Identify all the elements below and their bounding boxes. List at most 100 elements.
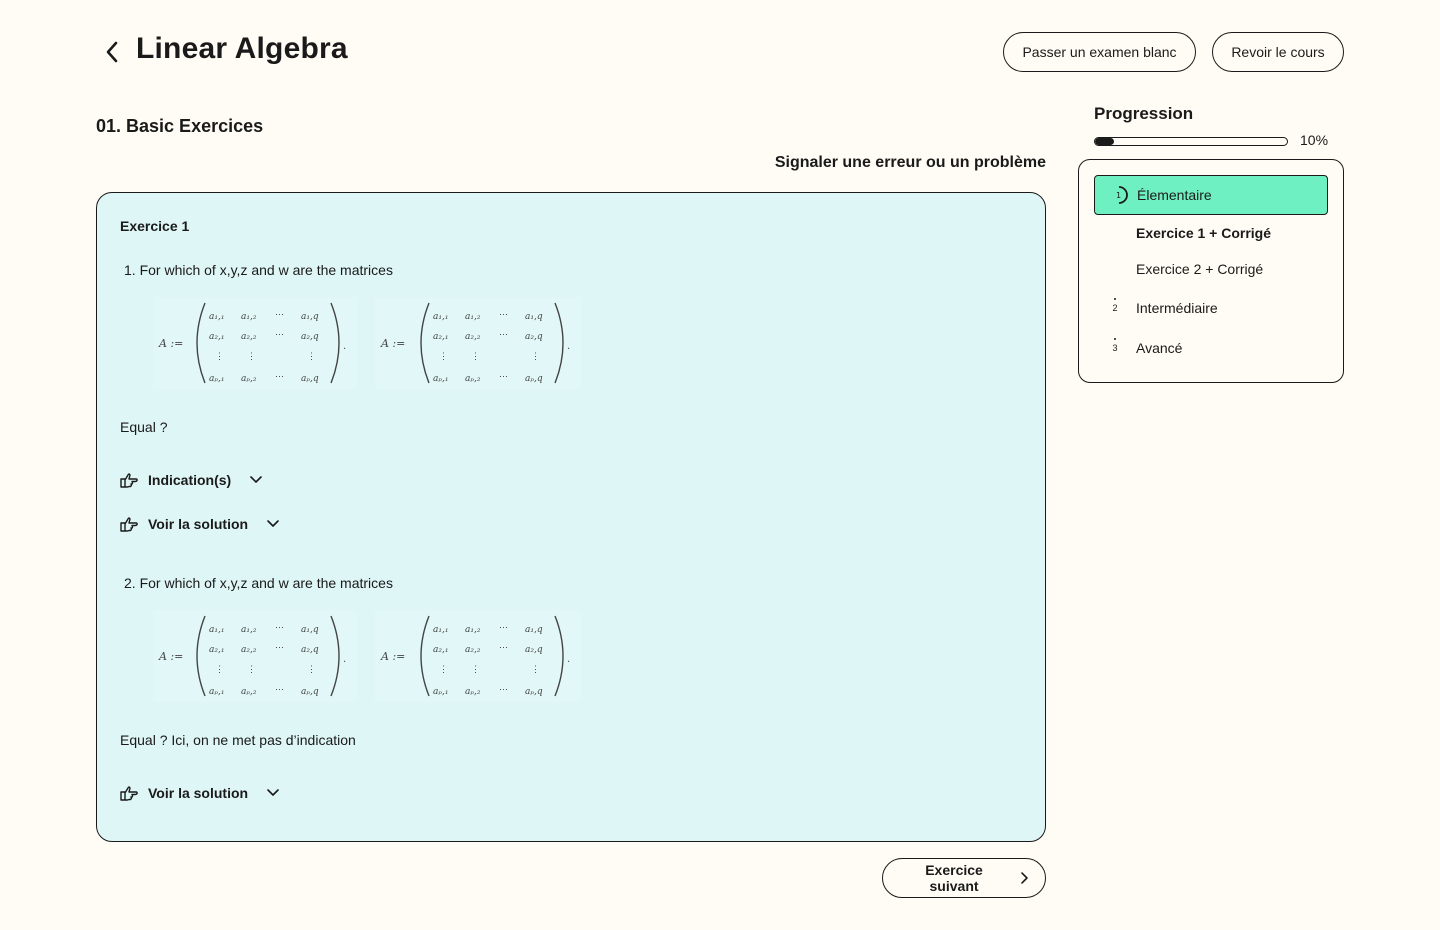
matrix-entry: ⋮ — [247, 665, 256, 675]
level-name: Élementaire — [1137, 187, 1212, 203]
indications-toggle[interactable]: Indication(s) — [120, 472, 263, 488]
matrix-entry: ⋮ — [247, 352, 256, 362]
section-title: 01. Basic Exercices — [96, 116, 264, 136]
review-course-button[interactable]: Revoir le cours — [1212, 32, 1344, 72]
next-exercise-button[interactable]: Exercice suivant — [882, 858, 1046, 898]
level-number: 1 — [1116, 191, 1121, 200]
matrix-entry: aₚ,₂ — [465, 687, 481, 697]
level-list: 1 Élementaire Exercice 1 + Corrigé Exerc… — [1078, 159, 1344, 383]
matrix-entry: a₂,₁ — [433, 332, 448, 342]
matrix-entry: aₚ,₂ — [465, 374, 481, 384]
report-error-link[interactable]: Signaler une erreur ou un problème — [775, 154, 1046, 172]
matrix-entry: ⋮ — [215, 352, 224, 362]
matrix-image: A := a₁,₁ a₁,₂ ⋯ a₁,q a₂,₁ a₂,₂ ⋯ a₂,q ⋮… — [153, 610, 357, 702]
matrix-entry: aₚ,q — [525, 374, 543, 384]
progress-percent: 10% — [1300, 132, 1329, 148]
matrix-entry: a₁,₂ — [241, 625, 257, 635]
chevron-right-icon — [1021, 872, 1028, 884]
matrix-entry: aₚ,q — [301, 687, 319, 697]
progress-ring-icon: 1 — [1116, 186, 1128, 204]
matrix-entry: a₁,q — [301, 625, 319, 635]
matrix-entry: aₚ,₂ — [241, 687, 257, 697]
matrix-entry: a₂,₁ — [433, 645, 448, 655]
page-title: Linear Algebra — [136, 32, 348, 65]
matrix-entry: a₁,₁ — [433, 625, 448, 635]
matrix-entry: ⋮ — [439, 352, 448, 362]
matrix-entry: a₁,₁ — [209, 312, 224, 322]
chevron-down-icon — [267, 520, 279, 527]
matrix-entry: ⋯ — [275, 623, 284, 633]
svg-text:.: . — [343, 654, 346, 665]
level-item-intermediaire[interactable]: 2 Intermédiaire — [1109, 297, 1218, 316]
matrix-entry: ⋮ — [307, 665, 316, 675]
sidebar-item-exercise-1[interactable]: Exercice 1 + Corrigé — [1136, 225, 1271, 241]
matrix-entry: ⋮ — [531, 352, 540, 362]
matrix-label: A := — [158, 337, 183, 350]
matrix-entry: ⋮ — [215, 665, 224, 675]
matrix-entry: aₚ,₁ — [433, 687, 448, 697]
pointing-hand-icon — [120, 473, 138, 488]
matrix-entry: a₁,q — [525, 312, 543, 322]
matrix-entry: a₂,q — [301, 645, 319, 655]
matrix-entry: aₚ,₁ — [209, 374, 224, 384]
matrix-image: A := a₁,₁ a₁,₂ ⋯ a₁,q a₂,₁ a₂,₂ ⋯ a₂,q ⋮… — [375, 610, 581, 702]
matrix-label: A := — [380, 650, 405, 663]
progress-label: Progression — [1094, 104, 1194, 123]
matrix-entry: a₁,₁ — [433, 312, 448, 322]
progress-bar — [1094, 137, 1288, 146]
matrix-label: A := — [158, 650, 183, 663]
solution-toggle[interactable]: Voir la solution — [120, 516, 280, 532]
exercise-title: Exercice 1 — [120, 218, 190, 234]
matrix-entry: a₂,₂ — [465, 645, 481, 655]
matrix-entry: a₂,₂ — [241, 645, 257, 655]
mock-exam-button[interactable]: Passer un examen blanc — [1003, 32, 1196, 72]
matrix-entry: ⋯ — [275, 685, 284, 695]
question-1-text: 1. For which of x,y,z and w are the matr… — [124, 262, 393, 278]
matrix-entry: ⋮ — [471, 665, 480, 675]
matrix-entry: a₁,₂ — [241, 312, 257, 322]
level-item-avance[interactable]: 3 Avancé — [1109, 337, 1183, 356]
matrix-entry: ⋯ — [275, 330, 284, 340]
matrix-entry: aₚ,₁ — [209, 687, 224, 697]
matrix-entry: a₂,₂ — [241, 332, 257, 342]
level-name: Intermédiaire — [1136, 300, 1218, 316]
matrix-entry: ⋯ — [499, 330, 508, 340]
matrix-label: A := — [380, 337, 405, 350]
matrix-entry: a₂,₁ — [209, 645, 224, 655]
question-2-prompt: Equal ? Ici, on ne met pas d’indication — [120, 732, 356, 748]
matrix-entry: ⋮ — [439, 665, 448, 675]
back-button[interactable] — [100, 38, 124, 66]
exercise-card: Exercice 1 1. For which of x,y,z and w a… — [96, 192, 1046, 842]
chevron-down-icon — [267, 789, 279, 796]
svg-text:.: . — [567, 341, 570, 352]
matrix-entry: ⋯ — [499, 372, 508, 382]
level-item-elementaire[interactable]: 1 Élementaire — [1094, 175, 1328, 215]
solution-label: Voir la solution — [148, 516, 249, 532]
solution-toggle[interactable]: Voir la solution — [120, 785, 280, 801]
question-2-text: 2. For which of x,y,z and w are the matr… — [124, 575, 393, 591]
matrix-image: A := a₁,₁ a₁,₂ ⋯ a₁,q a₂,₁ a₂,₂ ⋯ a₂,q ⋮… — [375, 297, 581, 389]
chevron-down-icon — [250, 476, 263, 483]
question-1-prompt: Equal ? — [120, 419, 168, 435]
matrix-entry: ⋯ — [499, 643, 508, 653]
matrix-entry: ⋯ — [499, 685, 508, 695]
matrix-entry: a₁,₂ — [465, 625, 481, 635]
matrix-entry: a₁,q — [301, 312, 319, 322]
matrix-entry: a₂,q — [301, 332, 319, 342]
matrix-entry: ⋯ — [275, 372, 284, 382]
matrix-entry: a₁,₁ — [209, 625, 224, 635]
level-name: Avancé — [1136, 340, 1183, 356]
matrix-entry: ⋮ — [307, 352, 316, 362]
matrix-entry: a₂,q — [525, 645, 543, 655]
matrix-entry: a₂,₂ — [465, 332, 481, 342]
sidebar-item-exercise-2[interactable]: Exercice 2 + Corrigé — [1136, 261, 1263, 277]
matrix-entry: aₚ,₁ — [433, 374, 448, 384]
matrix-entry: ⋮ — [531, 665, 540, 675]
svg-text:.: . — [343, 341, 346, 352]
progress-bar-fill — [1095, 138, 1115, 145]
matrix-entry: ⋯ — [275, 310, 284, 320]
solution-label: Voir la solution — [148, 785, 249, 801]
matrix-entry: ⋯ — [275, 643, 284, 653]
chevron-left-icon — [106, 41, 118, 63]
svg-text:.: . — [567, 654, 570, 665]
